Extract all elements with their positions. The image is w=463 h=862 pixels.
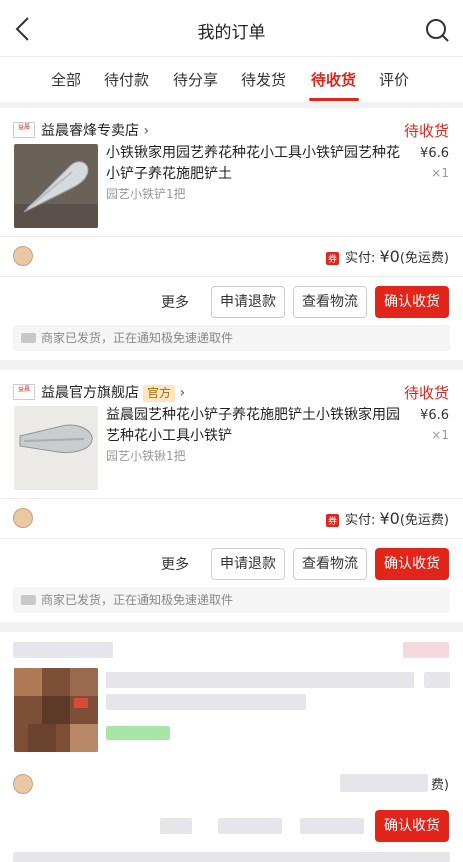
avatar xyxy=(13,774,33,794)
blurred-tag xyxy=(106,726,170,740)
shop-logo: 益晨 xyxy=(13,122,35,138)
tab-pending-share[interactable]: 待分享 xyxy=(173,69,218,90)
paid-label: 实付: xyxy=(344,251,380,266)
shop-logo: 益晨 xyxy=(13,384,35,400)
more-button[interactable]: 更多 xyxy=(161,292,189,312)
avatar xyxy=(13,246,33,266)
paid-note: (免运费) xyxy=(399,251,449,266)
divider xyxy=(0,538,463,539)
order-card-blurred: 费) 确认收货 xyxy=(0,632,463,862)
tab-pending-receipt[interactable]: 待收货 xyxy=(311,69,356,90)
coupon-badge: 券 xyxy=(325,252,339,265)
trowel-image xyxy=(14,406,98,490)
chevron-right-icon: › xyxy=(179,385,186,401)
track-logistics-button[interactable]: 查看物流 xyxy=(293,548,367,580)
divider xyxy=(0,276,463,277)
blurred-price xyxy=(424,672,450,688)
blurred-product-image[interactable] xyxy=(14,668,98,752)
confirm-receipt-button[interactable]: 确认收货 xyxy=(375,810,449,842)
divider xyxy=(0,236,463,237)
product-title[interactable]: 益晨园艺种花小铲子养花施肥铲土小铁锹家用园艺种花小工具小铁铲 xyxy=(106,405,412,447)
shipping-notice-text: 商家已发货，正在通知极免速递取件 xyxy=(41,593,234,607)
blurred-more xyxy=(160,818,192,834)
shop-name-label: 益晨睿烽专卖店 xyxy=(41,123,139,139)
blurred-image-pattern xyxy=(14,668,98,752)
blurred-paid xyxy=(340,774,428,792)
shop-name[interactable]: 益晨官方旗舰店 官方 › xyxy=(41,382,185,402)
product-quantity: ×1 xyxy=(431,428,449,442)
blurred-status xyxy=(403,642,449,658)
product-title[interactable]: 小铁锹家用园艺养花种花小工具小铁铲园艺种花小铲子养花施肥铲土 xyxy=(106,143,412,185)
coupon-badge: 券 xyxy=(325,514,339,527)
tab-reviews[interactable]: 评价 xyxy=(379,69,409,90)
track-logistics-button[interactable]: 查看物流 xyxy=(293,286,367,318)
product-price: ¥6.6 xyxy=(420,408,449,423)
order-card: 益晨 益晨官方旗舰店 官方 › 待收货 益晨园艺种花小铲子养花施肥铲土小铁锹家用园… xyxy=(0,370,463,622)
divider xyxy=(0,498,463,499)
blurred-refund xyxy=(218,818,282,834)
order-tabs: 全部 待付款 待分享 待发货 待收货 评价 xyxy=(0,56,463,102)
active-tab-indicator xyxy=(309,98,359,101)
truck-icon xyxy=(21,595,36,605)
blurred-shop-name xyxy=(13,642,113,658)
shipping-notice[interactable]: 商家已发货，正在通知极免速递取件 xyxy=(13,325,450,351)
paid-amount: 券实付: ¥0(免运费) xyxy=(325,509,449,528)
paid-amount: 券实付: ¥0(免运费) xyxy=(325,247,449,266)
tab-pending-payment[interactable]: 待付款 xyxy=(104,69,149,90)
refund-button[interactable]: 申请退款 xyxy=(211,548,285,580)
avatar xyxy=(13,508,33,528)
confirm-receipt-button[interactable]: 确认收货 xyxy=(375,548,449,580)
order-card: 益晨 益晨睿烽专卖店 › 待收货 小铁锹家用园艺养花种花小工具小铁铲园艺种花小铲… xyxy=(0,108,463,360)
blurred-product-title xyxy=(106,672,414,688)
shop-name-label: 益晨官方旗舰店 xyxy=(41,385,139,401)
refund-button[interactable]: 申请退款 xyxy=(211,286,285,318)
confirm-receipt-button[interactable]: 确认收货 xyxy=(375,286,449,318)
paid-label: 实付: xyxy=(344,513,380,528)
shipping-notice-text: 商家已发货，正在通知极免速递取件 xyxy=(41,331,234,345)
paid-value: ¥0 xyxy=(379,247,400,266)
chevron-right-icon: › xyxy=(143,123,150,139)
product-image[interactable] xyxy=(14,406,98,490)
official-badge: 官方 xyxy=(143,385,176,402)
shipping-notice[interactable]: 商家已发货，正在通知极免速递取件 xyxy=(13,587,450,613)
paid-note-partial: 费) xyxy=(430,778,449,793)
order-status: 待收货 xyxy=(403,122,449,140)
paid-value: ¥0 xyxy=(379,509,400,528)
product-image[interactable] xyxy=(14,144,98,228)
blurred-notice xyxy=(13,852,450,862)
page-title: 我的订单 xyxy=(197,23,266,43)
trowel-image xyxy=(14,144,98,228)
search-icon[interactable] xyxy=(425,18,449,42)
product-spec: 园艺小铁锹1把 xyxy=(106,449,186,463)
more-button[interactable]: 更多 xyxy=(161,554,189,574)
product-quantity: ×1 xyxy=(431,166,449,180)
paid-note: (免运费) xyxy=(399,513,449,528)
product-price: ¥6.6 xyxy=(420,146,449,161)
truck-icon xyxy=(21,333,36,343)
shop-name[interactable]: 益晨睿烽专卖店 › xyxy=(41,120,149,140)
order-status: 待收货 xyxy=(403,384,449,402)
tab-all[interactable]: 全部 xyxy=(51,69,81,90)
blurred-product-title-line2 xyxy=(106,694,306,710)
header-bar: 我的订单 xyxy=(0,0,463,56)
tab-pending-shipment[interactable]: 待发货 xyxy=(241,69,286,90)
product-spec: 园艺小铁铲1把 xyxy=(106,187,186,201)
blurred-logistics xyxy=(300,818,364,834)
